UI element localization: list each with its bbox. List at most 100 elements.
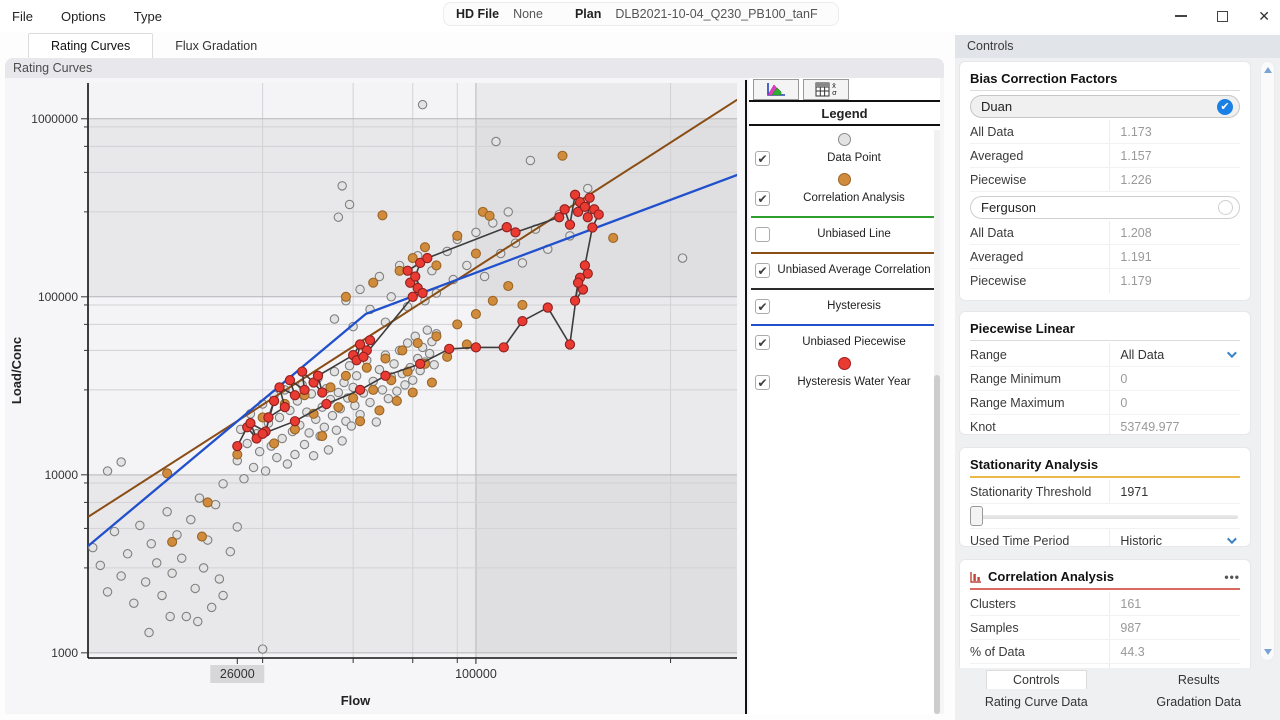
correlation-analysis-marker-icon	[838, 173, 851, 186]
panel-tab-controls[interactable]: Controls	[955, 670, 1118, 689]
unbiased-line-line-swatch	[751, 216, 938, 218]
radio-unselected-icon[interactable]	[1218, 200, 1233, 215]
legend-item-label: Unbiased Line	[770, 228, 938, 240]
menu-item-type[interactable]: Type	[134, 9, 162, 24]
close-icon[interactable]: ✕	[1258, 9, 1270, 23]
y-tick-label: 1000000	[31, 112, 78, 126]
y-tick-label: 1000	[51, 646, 78, 660]
setting-row-piecewise: Piecewise1.179	[970, 269, 1240, 293]
menu-item-options[interactable]: Options	[61, 9, 106, 24]
setting-row-piecewise: Piecewise1.226	[970, 168, 1240, 192]
setting-row-all-data: All Data1.173	[970, 120, 1240, 144]
bias-card-title: Bias Correction Factors	[970, 68, 1240, 91]
setting-label: All Data	[970, 221, 1110, 244]
legend-panel: x̄ σ Legend ✔Data Point✔Correlation Anal…	[749, 78, 940, 714]
menu-item-file[interactable]: File	[12, 9, 33, 24]
setting-label: Piecewise	[970, 168, 1110, 191]
panel-tab-rating-curve-data[interactable]: Rating Curve Data	[955, 693, 1118, 711]
unbiased-average-correlation-line-swatch	[751, 252, 938, 254]
setting-value: 1.157	[1120, 149, 1151, 163]
piecewise-linear-card: Piecewise Linear RangeAll DataRange Mini…	[959, 311, 1251, 435]
tab-flux-gradation[interactable]: Flux Gradation	[153, 34, 279, 58]
panel-tab-gradation-data[interactable]: Gradation Data	[1118, 693, 1280, 711]
chevron-down-icon	[1227, 534, 1237, 544]
bias-method-ferguson[interactable]: Ferguson	[970, 196, 1240, 219]
setting-value[interactable]: All Data	[1120, 348, 1164, 362]
bias-method-duan[interactable]: Duan✔	[970, 95, 1240, 118]
used-time-period-select[interactable]: Historic	[1110, 534, 1240, 548]
selected-check-icon[interactable]: ✔	[1217, 99, 1233, 115]
setting-label: Range Maximum	[970, 391, 1110, 414]
setting-row-samples: Samples987	[970, 616, 1240, 640]
window-controls: ✕	[1175, 0, 1270, 32]
x-tick-marker-label[interactable]: 26000	[220, 667, 255, 681]
title-bar: FileOptionsType HD File None Plan DLB202…	[0, 0, 1280, 32]
slider-track[interactable]	[970, 515, 1238, 519]
hysteresis-water-year-checkbox[interactable]: ✔	[755, 375, 770, 390]
panel-tab-label: Controls	[986, 670, 1087, 689]
legend-toolbar: x̄ σ	[749, 78, 940, 102]
all-data-value: 1.208	[1110, 226, 1240, 240]
tab-rating-curves[interactable]: Rating Curves	[28, 33, 153, 58]
setting-label: Piecewise	[970, 269, 1110, 293]
setting-label: Averaged	[970, 144, 1110, 167]
unbiased-piecewise-checkbox[interactable]: ✔	[755, 335, 770, 350]
legend-item-label: Hysteresis Water Year	[770, 376, 938, 388]
unbiased-line-checkbox[interactable]	[755, 227, 770, 242]
legend-scrollbar-thumb[interactable]	[934, 375, 940, 714]
setting-value: 0	[1120, 396, 1127, 410]
legend-item-hysteresis-water-year: ✔Hysteresis Water Year	[749, 354, 940, 392]
setting-value: 1.173	[1120, 125, 1151, 139]
setting-row-range: RangeAll Data	[970, 343, 1240, 367]
panel-tab-results[interactable]: Results	[1118, 671, 1280, 689]
main-tab-strip: Rating CurvesFlux Gradation	[0, 32, 950, 58]
plot-view-button[interactable]	[753, 79, 799, 100]
legend-item-label: Correlation Analysis	[770, 192, 938, 204]
legend-item-correlation-analysis: ✔Correlation Analysis	[749, 170, 940, 208]
data-point-checkbox[interactable]: ✔	[755, 151, 770, 166]
splitter-handle[interactable]	[745, 80, 747, 714]
legend-item-label: Unbiased Average Correlation	[770, 264, 938, 276]
legend-title: Legend	[749, 102, 940, 126]
scroll-up-icon[interactable]	[1264, 67, 1272, 73]
legend-item-unbiased-line: Unbiased Line	[749, 216, 940, 244]
legend-item-label: Data Point	[770, 152, 938, 164]
stationarity-threshold-value[interactable]: 1971	[1110, 485, 1240, 499]
setting-value: 1.208	[1120, 226, 1151, 240]
range-select[interactable]: All Data	[1110, 348, 1240, 362]
controls-scrollbar[interactable]	[1260, 61, 1275, 661]
setting-row-of-data: % of Data44.3	[970, 640, 1240, 664]
hd-file-value: None	[513, 7, 543, 21]
bar-chart-icon	[970, 571, 982, 583]
chevron-down-icon	[1227, 348, 1237, 358]
minimize-icon[interactable]	[1175, 15, 1187, 16]
used-time-period-label: Used Time Period	[970, 529, 1110, 547]
averaged-value: 1.191	[1110, 250, 1240, 264]
legend-scrollbar[interactable]	[934, 130, 940, 714]
hysteresis-water-year-marker-icon	[838, 357, 851, 370]
stationarity-card: Stationarity Analysis Stationarity Thres…	[959, 447, 1251, 547]
setting-row-range-minimum: Range Minimum0	[970, 367, 1240, 391]
x-axis-title: Flow	[341, 693, 371, 708]
unbiased-piecewise-line-swatch	[751, 324, 938, 326]
hysteresis-checkbox[interactable]: ✔	[755, 299, 770, 314]
y-tick-label: 100000	[38, 290, 78, 304]
range-minimum-value: 0	[1110, 372, 1240, 386]
correlation-menu-button[interactable]: •••	[1224, 570, 1240, 584]
stats-table-button[interactable]: x̄ σ	[803, 79, 849, 100]
clusters-value: 161	[1110, 597, 1240, 611]
legend-item-label: Hysteresis	[770, 300, 938, 312]
correlation-analysis-checkbox[interactable]: ✔	[755, 191, 770, 206]
correlation-card-title: Correlation Analysis •••	[970, 566, 1240, 590]
rating-curve-plot[interactable]: 100000010000010000100026000100000FlowLoa…	[5, 78, 745, 712]
pane-title: Rating Curves	[5, 58, 944, 78]
unbiased-average-correlation-checkbox[interactable]: ✔	[755, 263, 770, 278]
application-window: FileOptionsType HD File None Plan DLB202…	[0, 0, 1280, 720]
slider-handle[interactable]	[970, 506, 983, 526]
maximize-icon[interactable]	[1217, 11, 1228, 22]
setting-value: 1.191	[1120, 250, 1151, 264]
stationarity-threshold-slider[interactable]	[970, 506, 1240, 526]
scroll-down-icon[interactable]	[1264, 649, 1272, 655]
piecewise-card-title: Piecewise Linear	[970, 318, 1240, 341]
data-point-marker-icon	[838, 133, 851, 146]
